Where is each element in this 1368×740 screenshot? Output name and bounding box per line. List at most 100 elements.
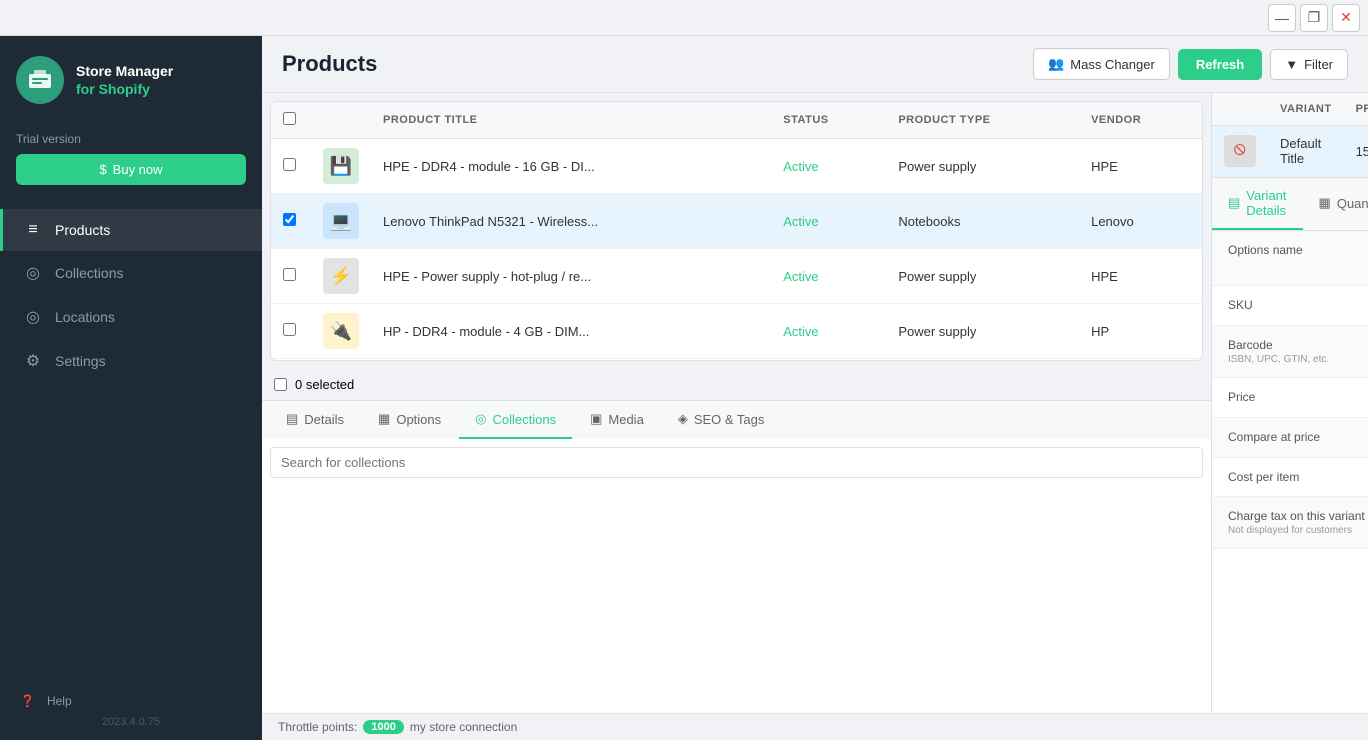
row-checkbox[interactable] [283, 268, 296, 281]
selected-checkbox[interactable] [274, 378, 287, 391]
variants-table-container[interactable]: VARIANT PRICE QUAN... SKU 🚫 Default Titl… [1212, 93, 1368, 178]
table-row[interactable]: 💻 Lenovo ThinkPad N5321 - Wireless... Ac… [271, 194, 1202, 249]
status-badge: Active [783, 269, 818, 284]
row-title-cell: Lenovo ThinkPad N5321 - Wireless... [371, 194, 771, 249]
product-thumbnail: 💻 [323, 203, 359, 239]
variants-header-row: VARIANT PRICE QUAN... SKU [1212, 93, 1368, 126]
help-item[interactable]: ❓ Help [20, 694, 242, 708]
thumb-header [311, 102, 371, 139]
seo-tab-label: SEO & Tags [694, 412, 765, 427]
row-checkbox-cell[interactable] [271, 304, 311, 359]
locations-icon: ◎ [23, 307, 43, 327]
tab-seo-tags[interactable]: ◈ SEO & Tags [662, 401, 781, 439]
refresh-button[interactable]: Refresh [1178, 49, 1262, 80]
checkbox-header[interactable] [271, 102, 311, 139]
filter-button[interactable]: ▼ Filter [1270, 49, 1348, 80]
product-thumbnail: 💾 [323, 148, 359, 184]
detail-row: Cost per item [1212, 458, 1368, 497]
row-thumb-cell: 💻 [311, 194, 371, 249]
row-thumb-cell: 🔌 [311, 304, 371, 359]
table-row[interactable]: 💾 HPE - DDR4 - module - 16 GB - DI... Ac… [271, 139, 1202, 194]
row-title-cell: HPE - Power supply - hot-plug / re... [371, 249, 771, 304]
row-type-cell: Power supply [886, 249, 1079, 304]
sidebar: Store Manager for Shopify Trial version … [0, 36, 262, 740]
sidebar-footer: ❓ Help 2023.4.0.75 [0, 682, 262, 740]
sidebar-item-label: Locations [55, 309, 115, 325]
row-checkbox[interactable] [283, 213, 296, 226]
detail-row: Price 1500,00 [1212, 378, 1368, 418]
sidebar-item-collections[interactable]: ◎ Collections [0, 251, 262, 295]
minimize-button[interactable]: — [1268, 4, 1296, 32]
detail-row: Barcode ISBN, UPC, GTIN, etc. 8877709097… [1212, 326, 1368, 378]
table-header-row: PRODUCT TITLE STATUS PRODUCT TYPE VENDOR [271, 102, 1202, 139]
variant-header: VARIANT [1268, 93, 1344, 126]
row-thumb-cell: 💾 [311, 139, 371, 194]
sidebar-nav: ≡ Products ◎ Collections ◎ Locations ⚙ S… [0, 201, 262, 682]
sidebar-item-products[interactable]: ≡ Products [0, 209, 262, 251]
quantity-tab-icon: ▦ [1319, 195, 1331, 211]
title-bar: — ❐ ✕ [0, 0, 1368, 36]
products-table-container[interactable]: PRODUCT TITLE STATUS PRODUCT TYPE VENDOR… [270, 101, 1203, 361]
detail-tab-quantity[interactable]: ▦ Quantity [1303, 178, 1368, 230]
sidebar-item-label: Products [55, 222, 110, 238]
detail-sublabel: ISBN, UPC, GTIN, etc. [1228, 354, 1368, 365]
variant-thumbnail: 🚫 [1224, 135, 1256, 167]
row-vendor-cell: HP [1079, 304, 1202, 359]
product-type-header: PRODUCT TYPE [886, 102, 1079, 139]
detail-tab-variant-details[interactable]: ▤ Variant Details [1212, 178, 1303, 230]
detail-row: Charge tax on this variant Not displayed… [1212, 497, 1368, 549]
variant-thumb-cell: 🚫 [1212, 126, 1268, 177]
connection-label: my store connection [410, 720, 517, 734]
row-title-cell: HPE 560M - Network adapter - PCI... [371, 359, 771, 362]
restore-button[interactable]: ❐ [1300, 4, 1328, 32]
row-checkbox-cell[interactable] [271, 194, 311, 249]
detail-label: Barcode ISBN, UPC, GTIN, etc. [1212, 326, 1368, 377]
table-row[interactable]: 🔌 HPE 560M - Network adapter - PCI... Ac… [271, 359, 1202, 362]
tab-collections[interactable]: ◎ Collections [459, 401, 572, 439]
split-content: PRODUCT TITLE STATUS PRODUCT TYPE VENDOR… [262, 93, 1368, 713]
seo-tab-icon: ◈ [678, 411, 688, 427]
sidebar-item-settings[interactable]: ⚙ Settings [0, 339, 262, 383]
row-status-cell: Active [771, 139, 886, 194]
options-tab-icon: ▦ [378, 411, 390, 427]
throttle-label: Throttle points: [278, 720, 357, 734]
variant-row[interactable]: 🚫 Default Title 1500,00 0 2179024N1 [1212, 126, 1368, 177]
tab-options[interactable]: ▦ Options [362, 401, 457, 439]
price-header: PRICE [1344, 93, 1368, 126]
sidebar-item-locations[interactable]: ◎ Locations [0, 295, 262, 339]
status-header: STATUS [771, 102, 886, 139]
variant-details-tab-icon: ▤ [1228, 195, 1240, 211]
help-icon: ❓ [20, 694, 35, 708]
variant-title-cell: Default Title [1268, 126, 1344, 177]
row-checkbox[interactable] [283, 323, 296, 336]
table-row[interactable]: ⚡ HPE - Power supply - hot-plug / re... … [271, 249, 1202, 304]
settings-icon: ⚙ [23, 351, 43, 371]
sidebar-item-label: Collections [55, 265, 123, 281]
logo-text: Store Manager for Shopify [76, 62, 173, 98]
row-checkbox[interactable] [283, 158, 296, 171]
table-row[interactable]: 🔌 HP - DDR4 - module - 4 GB - DIM... Act… [271, 304, 1202, 359]
logo-icon [16, 56, 64, 104]
select-all-checkbox[interactable] [283, 112, 296, 125]
products-tbody: 💾 HPE - DDR4 - module - 16 GB - DI... Ac… [271, 139, 1202, 362]
tab-details[interactable]: ▤ Details [270, 401, 360, 439]
detail-label: Compare at price [1212, 418, 1368, 457]
row-checkbox-cell[interactable] [271, 359, 311, 362]
mass-changer-button[interactable]: 👥 Mass Changer [1033, 48, 1170, 80]
variant-details-tab-label: Variant Details [1246, 188, 1286, 218]
search-collections-input[interactable] [270, 447, 1203, 478]
product-thumbnail: ⚡ [323, 258, 359, 294]
trial-section: Trial version $ Buy now [0, 124, 262, 201]
product-thumbnail: 🔌 [323, 313, 359, 349]
select-info: 0 selected [262, 369, 1211, 400]
tab-media[interactable]: ▣ Media [574, 401, 660, 439]
row-checkbox-cell[interactable] [271, 249, 311, 304]
status-badge: Active [783, 324, 818, 339]
close-button[interactable]: ✕ [1332, 4, 1360, 32]
buy-now-button[interactable]: $ Buy now [16, 154, 246, 185]
row-checkbox-cell[interactable] [271, 139, 311, 194]
collections-icon: ◎ [23, 263, 43, 283]
content-area: Products 👥 Mass Changer Refresh ▼ Filter [262, 36, 1368, 740]
collections-tab-label: Collections [493, 412, 557, 427]
products-table: PRODUCT TITLE STATUS PRODUCT TYPE VENDOR… [271, 102, 1202, 361]
